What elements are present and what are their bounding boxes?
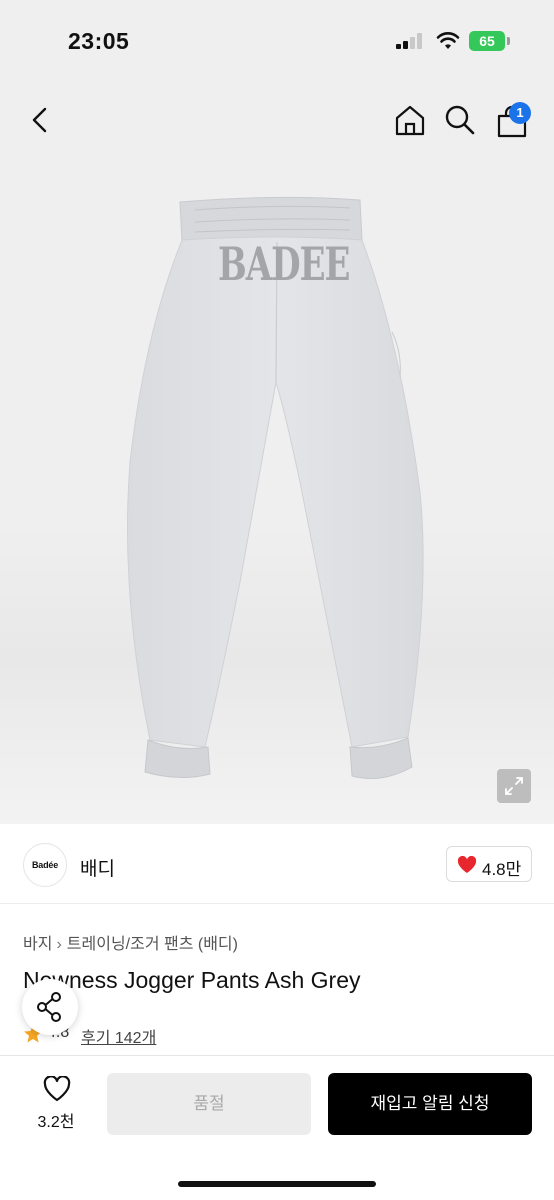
- search-icon[interactable]: [443, 103, 477, 137]
- cart-count-badge: 1: [509, 102, 531, 124]
- brand-row: Badée 배디 4.8만: [0, 826, 554, 904]
- status-time: 23:05: [68, 28, 130, 54]
- wishlist-count: 3.2천: [37, 1114, 75, 1131]
- heart-outline-icon: [43, 1076, 71, 1102]
- brand-print-graphic: BADEE: [218, 238, 350, 292]
- brand-logo[interactable]: Badée: [23, 843, 67, 887]
- chevron-right-icon: ›: [56, 936, 62, 953]
- brand-like-button[interactable]: 4.8만: [446, 846, 532, 882]
- review-link[interactable]: 후기 142개: [81, 1024, 156, 1048]
- wifi-icon: [436, 32, 460, 49]
- top-navigation: [0, 80, 554, 162]
- product-image[interactable]: BADEE: [0, 162, 554, 824]
- home-icon[interactable]: [393, 103, 427, 137]
- breadcrumb-category[interactable]: 바지: [23, 936, 52, 953]
- back-icon[interactable]: [24, 103, 58, 137]
- status-bar: 23:05 65: [0, 0, 554, 80]
- heart-filled-icon: [457, 856, 477, 873]
- brand-like-count: 4.8만: [482, 860, 522, 879]
- battery-tip: [507, 37, 510, 45]
- share-button[interactable]: [22, 979, 78, 1035]
- brand-name[interactable]: 배디: [80, 854, 115, 881]
- breadcrumb-subcategory[interactable]: 트레이닝/조거 팬츠 (배디): [67, 936, 238, 953]
- soldout-button: 품절: [107, 1073, 311, 1135]
- cellular-signal-icon: [396, 33, 426, 49]
- breadcrumb: 바지 › 트레이닝/조거 팬츠 (배디): [23, 930, 238, 954]
- share-icon: [37, 992, 61, 1022]
- restock-alert-button[interactable]: 재입고 알림 신청: [328, 1073, 532, 1135]
- battery-icon: 65: [469, 31, 505, 51]
- expand-image-button[interactable]: [497, 769, 531, 803]
- expand-icon: [505, 777, 523, 795]
- wishlist-button[interactable]: 3.2천: [22, 1072, 90, 1136]
- home-indicator: [178, 1181, 376, 1187]
